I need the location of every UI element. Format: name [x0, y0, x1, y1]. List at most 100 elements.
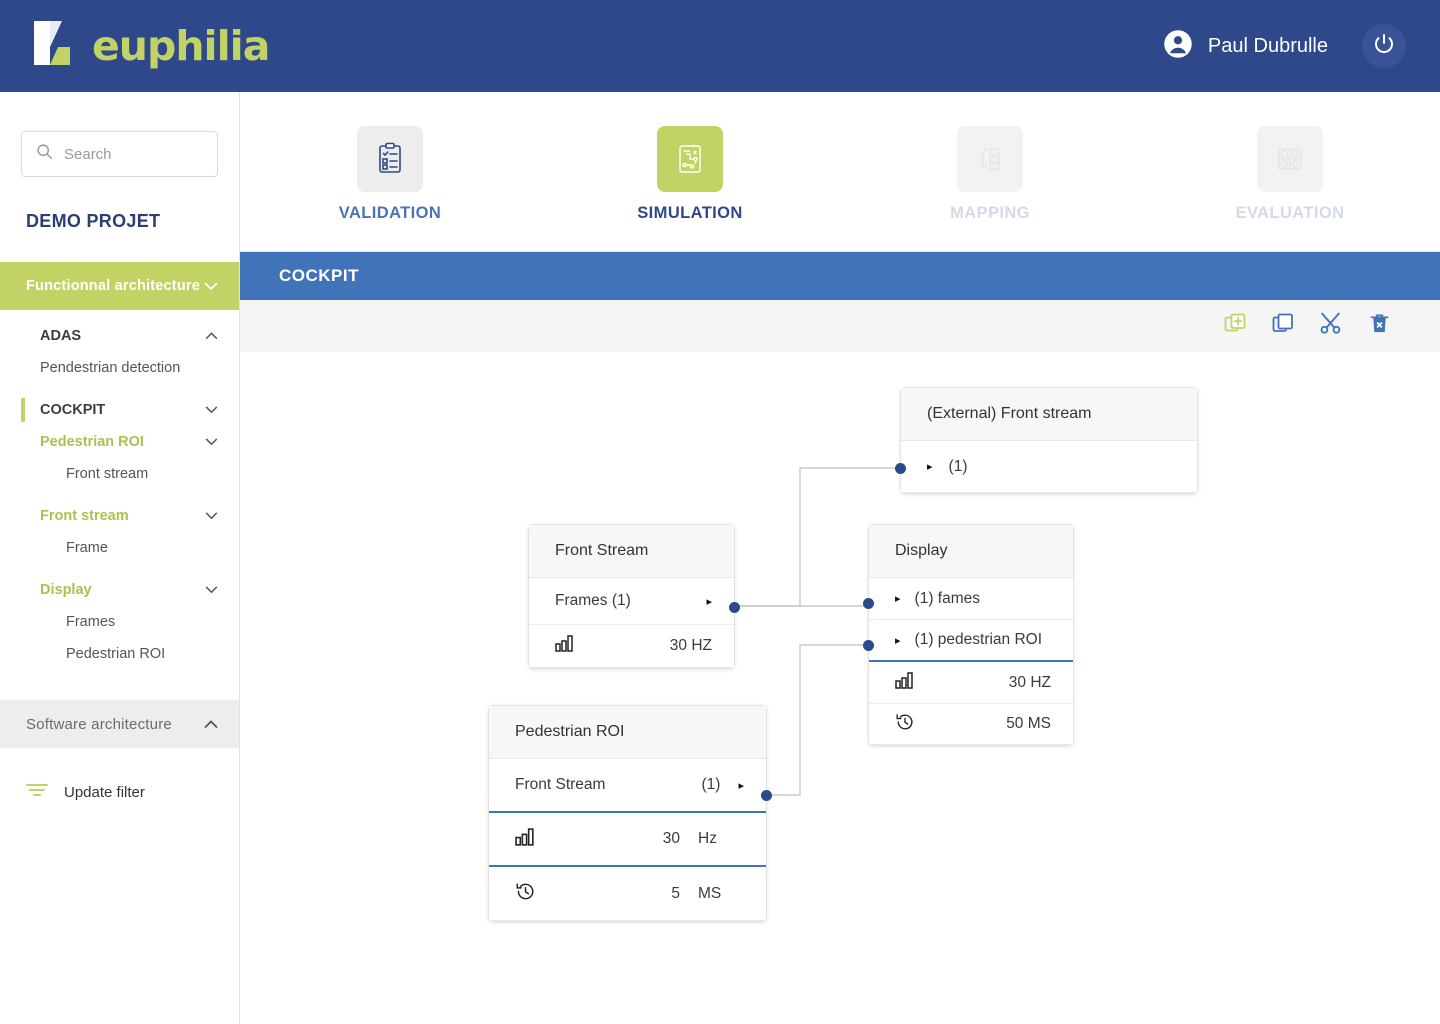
chevron-down-icon	[205, 583, 218, 597]
node-port-row[interactable]: ▸ (1) pedestrian ROI	[869, 620, 1073, 662]
sidebar-section-label: Software architecture	[26, 715, 172, 733]
metric-value: 30 HZ	[1008, 673, 1051, 691]
chevron-down-icon	[205, 435, 218, 449]
sidebar: DEMO PROJET Functionnal architecture ADA…	[0, 92, 240, 1024]
sidebar-item-pendestrian-detection[interactable]: Pendestrian detection	[0, 352, 239, 384]
user-menu[interactable]: Paul Dubrulle	[1163, 29, 1328, 64]
sidebar-item-pedestrian-roi-leaf[interactable]: Pedestrian ROI	[0, 638, 239, 670]
node-port-row[interactable]: ▸ (1) fames	[869, 578, 1073, 620]
sidebar-item-cockpit[interactable]: COCKPIT	[0, 394, 239, 426]
expand-arrow-icon[interactable]: ▸	[895, 592, 901, 605]
port-count: (1)	[701, 776, 721, 793]
flowchart-icon	[657, 126, 723, 192]
tree-label: Pedestrian ROI	[66, 646, 166, 662]
active-marker	[21, 398, 25, 422]
tab-simulation[interactable]: SIMULATION	[540, 92, 840, 251]
bar-chart-icon	[555, 635, 575, 657]
node-display[interactable]: Display ▸ (1) fames ▸ (1) pedestrian ROI…	[863, 524, 1074, 746]
tab-evaluation[interactable]: EVALUATION	[1140, 92, 1440, 251]
canvas-toolbar	[240, 300, 1440, 352]
sidebar-item-display[interactable]: Display	[0, 574, 239, 606]
output-port[interactable]	[729, 602, 740, 613]
metric-unit: Hz	[698, 830, 717, 847]
node-title: (External) Front stream	[901, 388, 1197, 441]
tree-label: Front stream	[66, 466, 149, 482]
metric-value: 50 MS	[1006, 715, 1051, 732]
add-button[interactable]	[1222, 313, 1248, 339]
power-button[interactable]	[1362, 24, 1406, 68]
sidebar-item-frames[interactable]: Frames	[0, 606, 239, 638]
node-metric-row[interactable]: 30 HZ	[529, 625, 734, 668]
input-port[interactable]	[863, 598, 874, 609]
sidebar-item-frame[interactable]: Frame	[0, 532, 239, 564]
node-metric-row[interactable]: 30 Hz	[489, 813, 766, 867]
expand-arrow-icon[interactable]: ▸	[738, 779, 744, 792]
search-box[interactable]	[21, 131, 218, 177]
metric-value: 30 HZ	[669, 637, 712, 654]
cut-button[interactable]	[1318, 312, 1344, 339]
node-port-row[interactable]: Frames (1) ▸	[529, 578, 734, 625]
tab-validation[interactable]: VALIDATION	[240, 92, 540, 251]
input-port[interactable]	[895, 463, 906, 474]
sidebar-item-front-stream-child[interactable]: Front stream	[0, 458, 239, 490]
output-port[interactable]	[761, 790, 772, 801]
tab-label: SIMULATION	[637, 204, 743, 222]
node-external-front-stream[interactable]: (External) Front stream ▸ (1)	[895, 387, 1198, 494]
bar-chart-icon	[895, 671, 915, 694]
copy-icon	[1271, 312, 1295, 341]
header-right-group: Paul Dubrulle	[1163, 24, 1406, 68]
diagram-canvas[interactable]: (External) Front stream ▸ (1) Front Stre…	[240, 352, 1440, 1024]
node-port-row[interactable]: Front Stream (1) ▸	[489, 759, 766, 813]
tab-mapping[interactable]: MAPPING	[840, 92, 1140, 251]
expand-arrow-icon[interactable]: ▸	[927, 460, 933, 473]
chevron-up-icon	[205, 329, 218, 343]
expand-arrow-icon[interactable]: ▸	[895, 634, 901, 647]
node-front-stream[interactable]: Front Stream Frames (1) ▸ 30 HZ	[528, 524, 740, 669]
user-name-label: Paul Dubrulle	[1207, 34, 1328, 57]
expand-arrow-icon[interactable]: ▸	[706, 595, 712, 608]
chevron-down-icon	[205, 403, 218, 417]
chevron-down-icon	[205, 509, 218, 523]
tree-label: Pedestrian ROI	[40, 434, 144, 450]
metric-value: 5	[671, 884, 680, 902]
input-port[interactable]	[863, 640, 874, 651]
node-metric-row[interactable]: 50 MS	[869, 704, 1073, 745]
delete-button[interactable]	[1366, 313, 1392, 339]
port-label: Frames (1)	[555, 592, 631, 609]
tree-label: ADAS	[40, 328, 82, 344]
node-metric-row[interactable]: 30 HZ	[869, 662, 1073, 704]
add-copy-icon	[1223, 312, 1247, 341]
sidebar-section-label: Functionnal architecture	[26, 278, 200, 294]
update-filter-button[interactable]: Update filter	[0, 772, 239, 812]
tree-label: Display	[40, 582, 92, 598]
chevron-up-icon	[204, 717, 218, 732]
clipboard-check-icon	[357, 126, 423, 192]
history-icon	[895, 712, 915, 737]
cockpit-title-bar: COCKPIT	[240, 252, 1440, 300]
mapping-arrow-icon	[957, 126, 1023, 192]
app-header: euphilia Paul Dubrulle	[0, 0, 1440, 92]
sidebar-item-front-stream[interactable]: Front stream	[0, 500, 239, 532]
node-pedestrian-roi[interactable]: Pedestrian ROI Front Stream (1) ▸ 30 Hz	[488, 705, 772, 922]
node-title: Front Stream	[529, 525, 734, 578]
tree-label: Front stream	[40, 508, 129, 524]
brand-logo[interactable]: euphilia	[28, 17, 270, 75]
port-label: (1)	[948, 457, 968, 475]
node-metric-row[interactable]: 5 MS	[489, 867, 766, 921]
tab-label: VALIDATION	[338, 204, 442, 222]
tab-label: MAPPING	[950, 204, 1030, 222]
duplicate-button[interactable]	[1270, 313, 1296, 339]
search-input[interactable]	[64, 145, 203, 163]
sidebar-item-adas[interactable]: ADAS	[0, 320, 239, 352]
sidebar-tree: ADAS Pendestrian detection COCKPIT Pedes…	[0, 310, 239, 670]
tab-label: EVALUATION	[1235, 204, 1345, 222]
tree-label: Frame	[66, 540, 108, 556]
sidebar-section-functional-architecture[interactable]: Functionnal architecture	[0, 262, 239, 310]
top-navigation: VALIDATION SIMULATION MAPPING EVALUATION	[240, 92, 1440, 252]
node-port-row[interactable]: ▸ (1)	[901, 441, 1197, 493]
sidebar-item-pedestrian-roi[interactable]: Pedestrian ROI	[0, 426, 239, 458]
connection-edges	[735, 467, 899, 796]
sidebar-section-software-architecture[interactable]: Software architecture	[0, 700, 239, 748]
